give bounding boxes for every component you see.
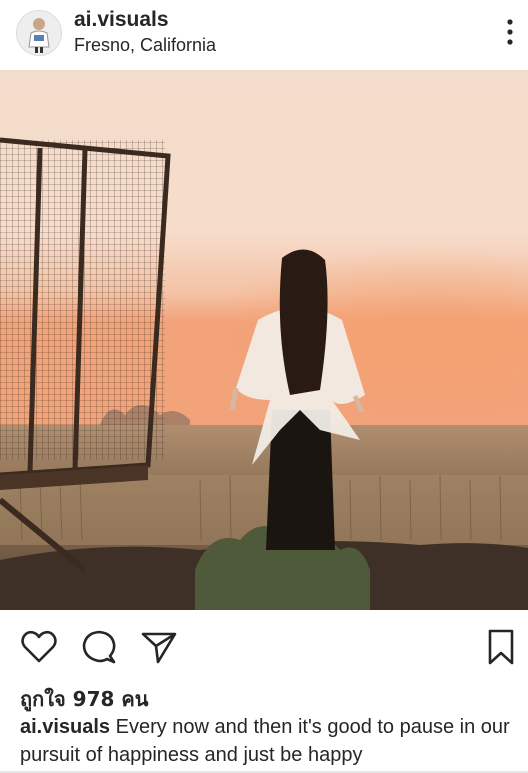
post-header: ai.visuals Fresno, California — [0, 0, 528, 70]
likes-count[interactable]: ถูกใจ 978 คน — [20, 683, 148, 715]
comment-bubble-icon[interactable] — [80, 628, 118, 666]
bookmark-icon[interactable] — [486, 628, 524, 666]
caption: ai.visuals Every now and then it's good … — [20, 713, 520, 769]
post-actions — [0, 622, 528, 670]
more-vertical-icon[interactable] — [504, 17, 516, 47]
paper-plane-icon[interactable] — [140, 628, 178, 666]
post-photo[interactable] — [0, 70, 528, 610]
username[interactable]: ai.visuals — [74, 8, 169, 32]
avatar[interactable] — [16, 10, 62, 56]
caption-username[interactable]: ai.visuals — [20, 716, 110, 738]
location-link[interactable]: Fresno, California — [74, 35, 216, 56]
heart-icon[interactable] — [20, 628, 58, 666]
avatar-image — [17, 11, 61, 55]
